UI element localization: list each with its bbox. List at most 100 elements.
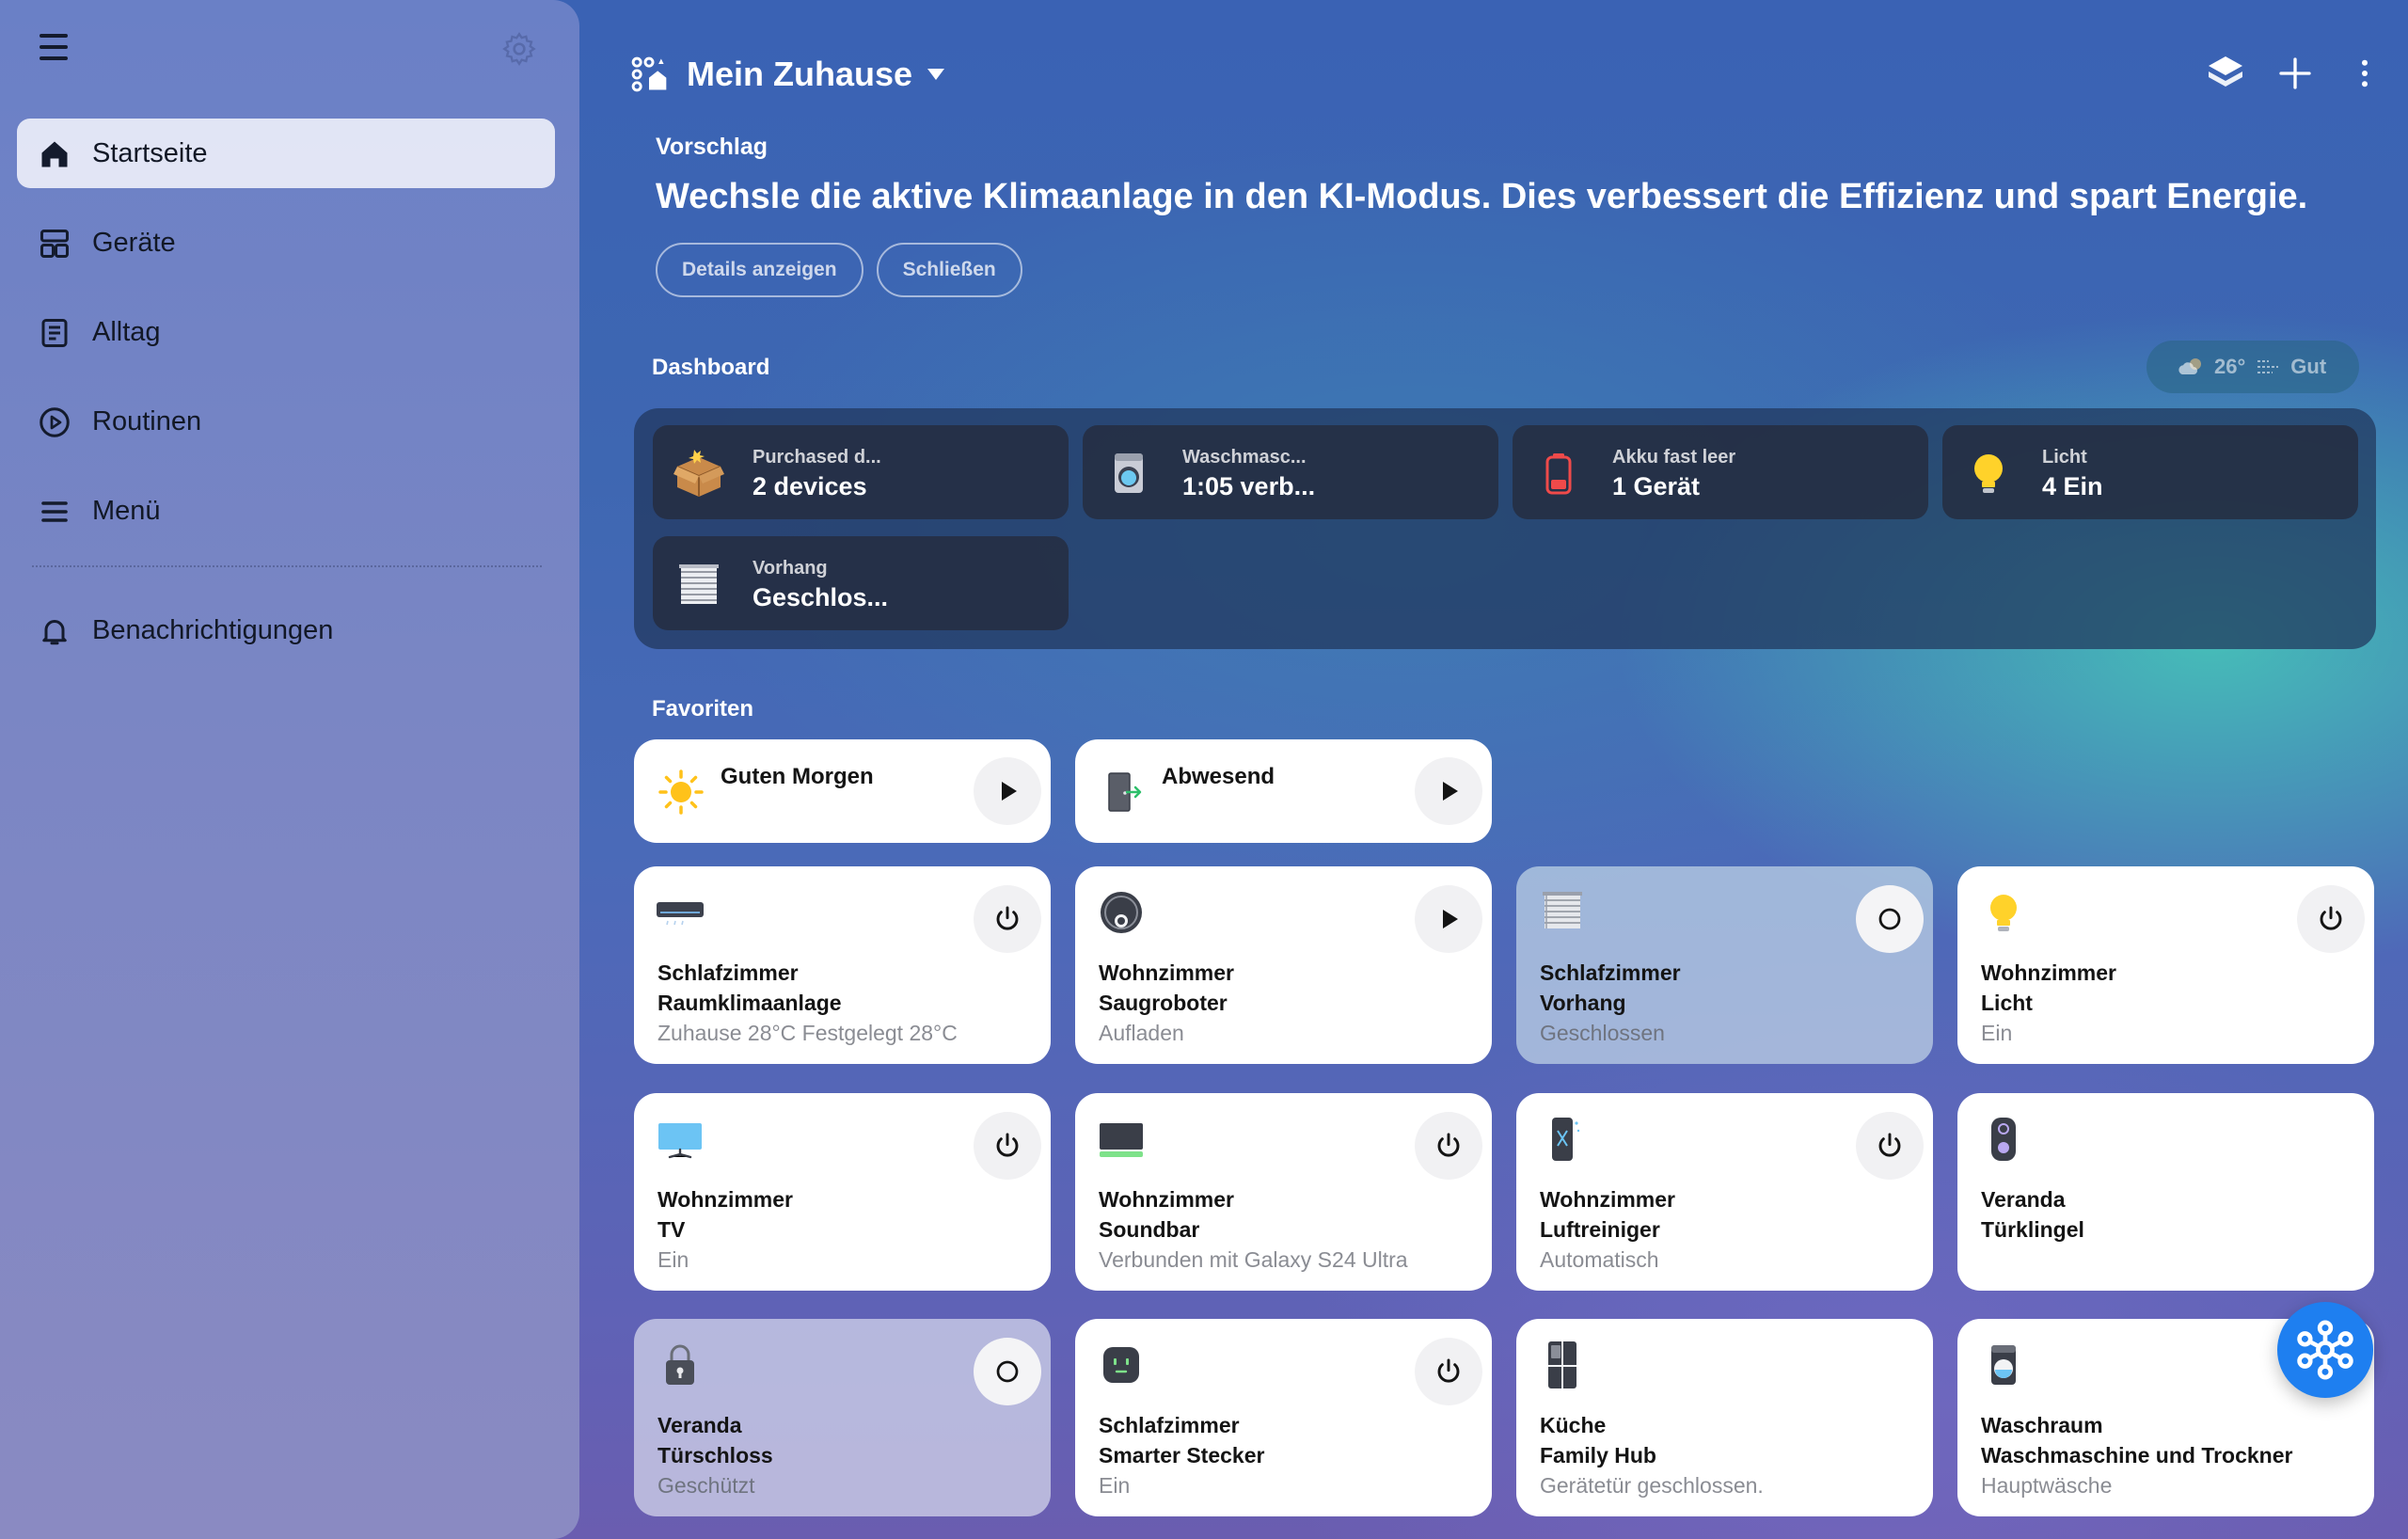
sidebar-item-startseite[interactable]: Startseite <box>17 119 555 188</box>
device-room: Wohnzimmer <box>1981 960 2116 985</box>
routine-abwesend[interactable]: Abwesend <box>1075 739 1492 843</box>
weather-temperature: 26° <box>2214 355 2246 378</box>
power-button[interactable] <box>1415 1112 1482 1180</box>
dashboard-card-light[interactable]: Licht 4 Ein <box>1942 425 2358 519</box>
weather-widget[interactable]: 26° Gut <box>2147 341 2359 393</box>
device-room: Veranda <box>1981 1187 2066 1212</box>
menu-icon <box>41 501 68 522</box>
sidebar-item-label: Geräte <box>92 227 176 258</box>
start-button[interactable] <box>1415 885 1482 953</box>
device-name: Smarter Stecker <box>1099 1443 1265 1468</box>
dashboard-card-blind[interactable]: Vorhang Geschlos... <box>653 536 1069 630</box>
home-title: Mein Zuhause <box>687 55 913 93</box>
device-status: Ein <box>1099 1473 1131 1498</box>
dashboard-panel: Purchased d... 2 devices Waschmasc... 1:… <box>634 408 2376 649</box>
bulb-icon <box>1990 895 2017 931</box>
device-room: Schlafzimmer <box>1540 960 1681 985</box>
device-card-tuerklingel[interactable]: Veranda Türklingel <box>1957 1093 2374 1291</box>
device-card-smarter-stecker[interactable]: Schlafzimmer Smarter Stecker Ein <box>1075 1319 1492 1516</box>
3d-map-icon <box>2209 56 2242 87</box>
blind-icon <box>1543 892 1582 928</box>
device-status: Aufladen <box>1099 1021 1184 1045</box>
3d-map-button[interactable] <box>2201 49 2250 98</box>
power-button[interactable] <box>974 885 1041 953</box>
device-name: Soundbar <box>1099 1217 1200 1242</box>
sidebar-item-geraete[interactable]: Geräte <box>17 208 555 278</box>
smart-home-icon <box>631 56 667 92</box>
run-routine-button[interactable] <box>974 757 1041 825</box>
dashboard-card-value: Geschlos... <box>752 583 889 611</box>
power-button[interactable] <box>2297 885 2365 953</box>
bulb-icon <box>1974 454 2003 493</box>
device-card-vorhang[interactable]: Schlafzimmer Vorhang Geschlossen <box>1516 866 1933 1064</box>
details-button[interactable]: Details anzeigen <box>656 243 863 297</box>
run-routine-button[interactable] <box>1415 757 1482 825</box>
dashboard-card-washer[interactable]: Waschmasc... 1:05 verb... <box>1083 425 1498 519</box>
device-card-soundbar[interactable]: Wohnzimmer Soundbar Verbunden mit Galaxy… <box>1075 1093 1492 1291</box>
smartthings-fab[interactable] <box>2277 1302 2373 1398</box>
device-card-luftreiniger[interactable]: Wohnzimmer Luftreiniger Automatisch <box>1516 1093 1933 1291</box>
sidebar-item-alltag[interactable]: Alltag <box>17 297 555 367</box>
toggle-button[interactable] <box>1856 885 1924 953</box>
device-card-family-hub[interactable]: Küche Family Hub Gerätetür geschlossen. <box>1516 1319 1933 1516</box>
power-icon <box>1437 1358 1460 1383</box>
device-name: Luftreiniger <box>1540 1217 1660 1242</box>
add-button[interactable] <box>2271 49 2320 98</box>
air-quality-value: Gut <box>2290 355 2327 378</box>
dashboard-card-label: Licht <box>2042 447 2087 468</box>
device-status: Geschlossen <box>1540 1021 1665 1045</box>
device-status: Gerätetür geschlossen. <box>1540 1473 1764 1498</box>
dashboard-card-value: 4 Ein <box>2042 472 2103 500</box>
suggestion-label: Vorschlag <box>656 134 768 160</box>
dashboard-card-purchased[interactable]: Purchased d... 2 devices <box>653 425 1069 519</box>
door-exit-icon <box>1108 772 1142 812</box>
sidebar-item-routinen[interactable]: Routinen <box>17 387 555 456</box>
smart-plug-icon <box>1103 1347 1139 1383</box>
sidebar-item-benachrichtigungen[interactable]: Benachrichtigungen <box>17 595 555 665</box>
settings-gear-icon[interactable] <box>500 30 538 68</box>
power-button[interactable] <box>974 1112 1041 1180</box>
dismiss-button[interactable]: Schließen <box>876 243 1022 297</box>
device-status: Verbunden mit Galaxy S24 Ultra <box>1099 1247 1408 1272</box>
battery-low-icon <box>1545 453 1572 495</box>
device-status: Ein <box>1981 1021 2013 1045</box>
sidebar-item-label: Alltag <box>92 316 161 347</box>
device-card-tuerschloss[interactable]: Veranda Türschloss Geschützt <box>634 1319 1051 1516</box>
device-card-saugroboter[interactable]: Wohnzimmer Saugroboter Aufladen <box>1075 866 1492 1064</box>
dashboard-card-label: Purchased d... <box>752 447 881 468</box>
circle-icon <box>996 1360 1019 1383</box>
dashboard-card-value: 1:05 verb... <box>1182 472 1316 500</box>
sidebar-nav: Startseite Geräte Alltag Routinen Menü B… <box>17 119 555 685</box>
sidebar-item-menue[interactable]: Menü <box>17 476 555 546</box>
dashboard-card-value: 1 Gerät <box>1612 472 1701 500</box>
device-card-licht[interactable]: Wohnzimmer Licht Ein <box>1957 866 2374 1064</box>
hamburger-menu-icon[interactable] <box>38 32 71 62</box>
power-button[interactable] <box>1415 1338 1482 1405</box>
home-selector[interactable]: Mein Zuhause <box>628 51 945 98</box>
power-button[interactable] <box>1856 1112 1924 1180</box>
dashboard-card-value: 2 devices <box>752 472 867 500</box>
washer-icon <box>1115 453 1143 493</box>
power-icon <box>1878 1133 1901 1157</box>
device-name: Saugroboter <box>1099 991 1228 1015</box>
robot-vacuum-icon <box>1101 892 1142 933</box>
routine-guten-morgen[interactable]: Guten Morgen <box>634 739 1051 843</box>
sidebar: Startseite Geräte Alltag Routinen Menü B… <box>0 0 579 1539</box>
device-card-tv[interactable]: Wohnzimmer TV Ein <box>634 1093 1051 1291</box>
device-name: Raumklimaanlage <box>657 991 842 1015</box>
power-icon <box>996 906 1019 930</box>
dashboard-card-label: Waschmasc... <box>1182 447 1307 468</box>
suggestion-text: Wechsle die aktive Klimaanlage in den KI… <box>656 177 2308 216</box>
device-name: Family Hub <box>1540 1443 1656 1468</box>
soundbar-icon <box>1100 1123 1143 1157</box>
more-options-button[interactable] <box>2340 49 2389 98</box>
air-conditioner-icon <box>657 902 704 926</box>
routine-name: Abwesend <box>1162 764 1275 789</box>
device-card-raumklimaanlage[interactable]: Schlafzimmer Raumklimaanlage Zuhause 28°… <box>634 866 1051 1064</box>
toggle-button[interactable] <box>974 1338 1041 1405</box>
doorbell-icon <box>1991 1118 2016 1161</box>
tv-icon <box>658 1123 702 1159</box>
air-quality-icon <box>2258 360 2279 373</box>
dashboard-card-battery[interactable]: Akku fast leer 1 Gerät <box>1513 425 1928 519</box>
play-icon <box>1443 910 1458 928</box>
